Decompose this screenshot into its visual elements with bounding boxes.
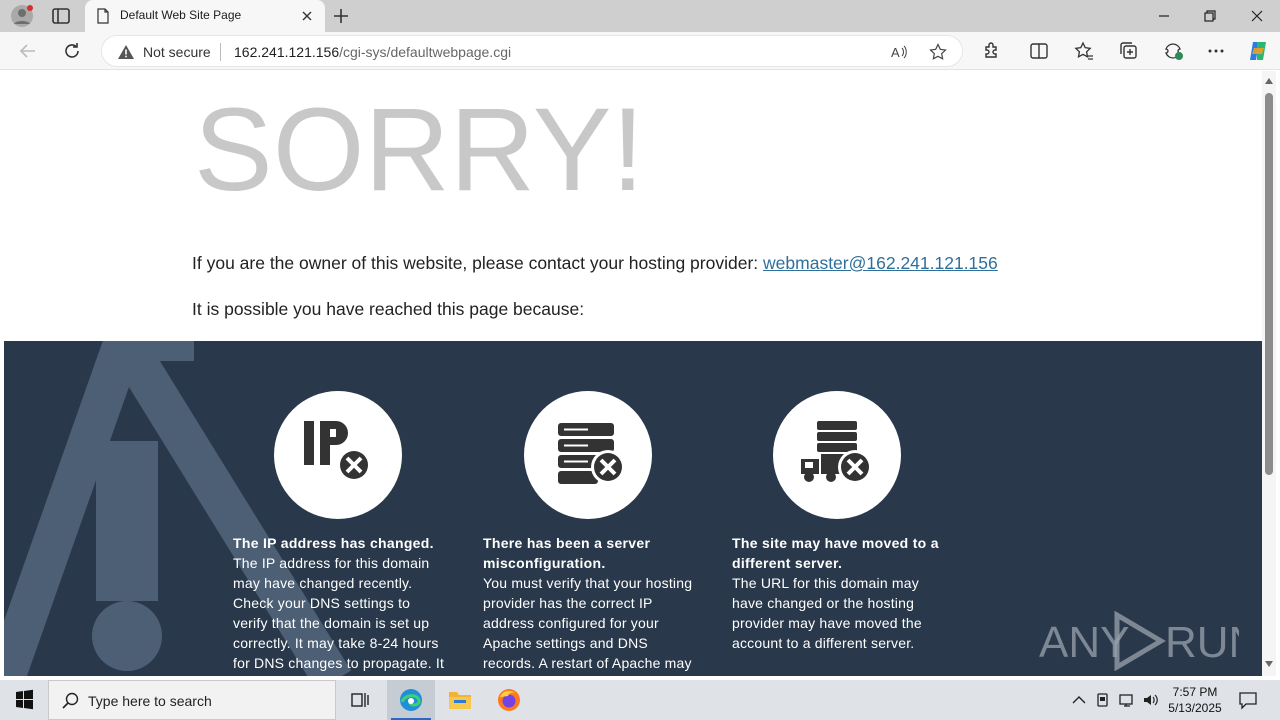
search-icon	[62, 692, 79, 709]
reason-ip-changed: The IP address has changed. The IP addre…	[233, 533, 448, 673]
reason-site-moved: The site may have moved to a different s…	[732, 533, 947, 653]
server-truck-error-icon	[801, 421, 872, 484]
show-hidden-icons-icon[interactable]	[1070, 691, 1088, 709]
system-clock[interactable]: 7:57 PM 5/13/2025	[1162, 684, 1228, 716]
favorite-star-icon[interactable]	[929, 43, 947, 61]
folder-icon	[449, 692, 471, 709]
server-error-icon	[558, 423, 625, 484]
tab-active[interactable]: Default Web Site Page	[85, 0, 325, 32]
tab-title: Default Web Site Page	[120, 8, 242, 22]
page-icon	[97, 8, 109, 24]
more-menu-icon[interactable]	[1205, 40, 1227, 62]
taskbar: Type here to search 7:57 PM 5/13/2025	[0, 680, 1280, 720]
search-placeholder: Type here to search	[88, 693, 212, 709]
close-tab-icon[interactable]	[299, 8, 315, 24]
network-icon[interactable]	[1118, 691, 1136, 709]
security-label[interactable]: Not secure	[143, 44, 211, 60]
extensions-icon[interactable]	[980, 40, 1002, 62]
sorry-heading: SORRY!	[194, 84, 645, 216]
svg-text:A: A	[891, 45, 900, 60]
owner-text: If you are the owner of this website, pl…	[192, 253, 759, 273]
volume-icon[interactable]	[1142, 691, 1160, 709]
collections-icon[interactable]	[1118, 40, 1140, 62]
refresh-icon[interactable]	[61, 40, 83, 62]
reason-body: The URL for this domain may have changed…	[732, 575, 922, 651]
reason-title: There has been a server misconfiguration…	[483, 535, 651, 571]
file-explorer-button[interactable]	[436, 680, 484, 720]
taskbar-search-box[interactable]: Type here to search	[48, 680, 336, 720]
address-bar[interactable]: Not secure 162.241.121.156/cgi-sys/defau…	[101, 35, 963, 67]
reasons-panel: The IP address has changed. The IP addre…	[4, 341, 1262, 676]
possible-reasons-intro: It is possible you have reached this pag…	[192, 299, 585, 319]
favorites-icon[interactable]	[1073, 40, 1095, 62]
task-view-button[interactable]	[336, 680, 384, 720]
restore-icon[interactable]	[1199, 6, 1221, 26]
edge-icon	[400, 689, 422, 711]
owner-message: If you are the owner of this website, pl…	[192, 253, 998, 274]
copilot-icon[interactable]	[1246, 39, 1270, 63]
scroll-up-icon[interactable]	[1265, 77, 1273, 85]
url-text[interactable]: 162.241.121.156/cgi-sys/defaultwebpage.c…	[234, 44, 511, 60]
vertical-scrollbar[interactable]	[1262, 71, 1276, 676]
misconfiguration-circle	[524, 391, 652, 519]
reason-title: The site may have moved to a different s…	[732, 535, 939, 571]
divider	[220, 43, 221, 61]
clock-date: 5/13/2025	[1168, 701, 1222, 715]
url-path: /cgi-sys/defaultwebpage.cgi	[339, 44, 512, 60]
profile-icon[interactable]	[10, 4, 34, 28]
scrollbar-thumb[interactable]	[1265, 93, 1273, 475]
warning-icon[interactable]	[117, 44, 135, 60]
reason-body: You must verify that your hosting provid…	[483, 575, 693, 671]
minimize-icon[interactable]	[1153, 6, 1175, 26]
ip-error-icon	[304, 421, 371, 482]
task-view-icon	[351, 693, 369, 707]
site-moved-circle	[773, 391, 901, 519]
edge-taskbar-button[interactable]	[387, 680, 435, 720]
url-host: 162.241.121.156	[234, 44, 340, 60]
device-icon[interactable]	[1094, 691, 1112, 709]
notifications-icon[interactable]	[1238, 690, 1258, 710]
reason-body: The IP address for this domain may have …	[233, 555, 445, 671]
close-window-icon[interactable]	[1246, 6, 1268, 26]
svg-text:RUN: RUN	[1165, 618, 1239, 667]
firefox-icon	[498, 689, 520, 711]
back-icon[interactable]	[17, 40, 39, 62]
read-aloud-icon[interactable]: A	[890, 43, 908, 61]
web-page: SORRY! If you are the owner of this webs…	[4, 71, 1262, 676]
tab-actions-icon[interactable]	[50, 5, 72, 27]
anyrun-watermark-logo: ANY RUN	[1039, 611, 1239, 671]
windows-start-icon[interactable]	[0, 680, 48, 720]
browser-essentials-icon[interactable]	[1162, 40, 1184, 62]
webmaster-email-link[interactable]: webmaster@162.241.121.156	[763, 253, 998, 273]
clock-time: 7:57 PM	[1172, 685, 1218, 699]
reason-title: The IP address has changed.	[233, 535, 434, 551]
browser-toolbar: Not secure 162.241.121.156/cgi-sys/defau…	[0, 32, 1280, 70]
ip-changed-circle	[274, 391, 402, 519]
new-tab-icon[interactable]	[331, 6, 351, 26]
split-screen-icon[interactable]	[1028, 40, 1050, 62]
reason-misconfiguration: There has been a server misconfiguration…	[483, 533, 698, 673]
firefox-button[interactable]	[485, 680, 533, 720]
scroll-down-icon[interactable]	[1265, 660, 1273, 668]
title-bar: Default Web Site Page	[0, 0, 1280, 32]
